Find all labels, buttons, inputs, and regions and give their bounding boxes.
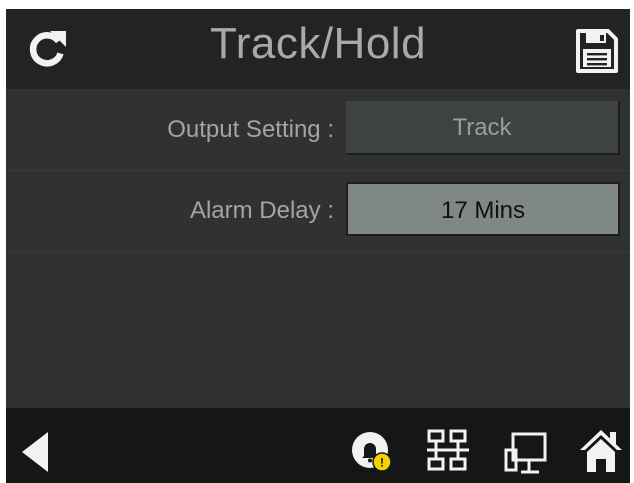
device-button[interactable]: [503, 430, 551, 478]
setting-row-alarm-delay: Alarm Delay : 17 Mins: [6, 171, 630, 252]
output-setting-button[interactable]: Track: [346, 101, 620, 155]
save-button[interactable]: [574, 27, 620, 75]
device-screen: Track/Hold Output Setting : Track Alarm …: [6, 9, 630, 483]
footer-bar: !: [6, 408, 630, 483]
alarm-bell-icon: !: [352, 432, 392, 472]
alarm-delay-label: Alarm Delay :: [189, 197, 334, 224]
alarm-button[interactable]: !: [350, 430, 398, 478]
output-setting-label: Output Setting :: [167, 116, 334, 143]
home-button[interactable]: [578, 426, 624, 476]
network-button[interactable]: [425, 427, 473, 475]
back-button[interactable]: [18, 428, 54, 476]
setting-row-output: Output Setting : Track: [6, 90, 630, 171]
page-title: Track/Hold: [209, 19, 427, 68]
alarm-badge: !: [380, 456, 384, 470]
home-icon: [580, 430, 622, 472]
save-icon: [576, 29, 618, 73]
header-bar: Track/Hold: [6, 9, 630, 89]
back-arrow-icon: [22, 432, 48, 472]
alarm-delay-button[interactable]: 17 Mins: [346, 182, 620, 236]
network-icon: [427, 429, 469, 471]
device-icon: [504, 432, 547, 474]
